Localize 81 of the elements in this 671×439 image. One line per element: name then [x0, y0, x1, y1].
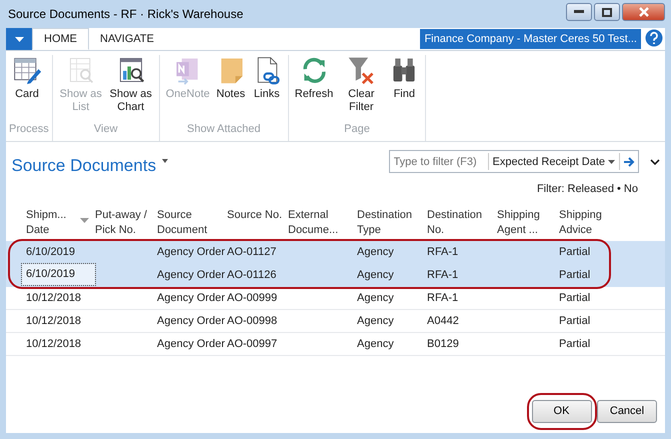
filter-box[interactable]: Type to filter (F3) Expected Receipt Date: [388, 150, 638, 174]
ribbon-button[interactable]: Show as Chart: [106, 55, 156, 120]
column-header[interactable]: External Docume...: [288, 208, 348, 238]
ribbon-button[interactable]: Notes: [212, 55, 249, 120]
app-menu-button[interactable]: [6, 28, 32, 50]
table-cell: B0129: [427, 338, 459, 350]
dialog-button[interactable]: OK: [532, 400, 592, 423]
group-label: Show Attached: [186, 122, 262, 136]
close-icon: [638, 7, 648, 17]
minimize-icon: [574, 10, 584, 14]
column-header[interactable]: Shipping Agent ...: [497, 208, 557, 238]
group-label: Process: [9, 122, 49, 136]
table-row[interactable]: 10/12/2018 Agency Order AO-00998 Agency A0442 Partial: [6, 310, 665, 333]
table-cell: Partial: [559, 292, 590, 304]
table-cell: AO-00999: [227, 292, 278, 304]
column-header[interactable]: Shipm... Date: [26, 208, 72, 238]
table-row[interactable]: 10/12/2018 Agency Order AO-00997 Agency B0129 Partial: [6, 332, 665, 356]
caret-icon[interactable]: [608, 160, 615, 164]
ribbon-button[interactable]: Find: [386, 55, 422, 120]
ribbon-tab[interactable]: NAVIGATE: [89, 28, 165, 50]
table-cell: Agency Order: [157, 314, 225, 326]
table-cell: A0442: [427, 314, 459, 326]
table-row[interactable]: 10/12/2018 Agency Order AO-00999 Agency RFA-1 Partial: [6, 286, 665, 310]
chevron-icon[interactable]: [650, 158, 660, 165]
card-icon: [12, 55, 42, 85]
table-cell: AO-00998: [227, 314, 278, 326]
ribbon-button[interactable]: Clear Filter: [336, 55, 386, 120]
table-cell: 10/12/2018: [26, 292, 82, 304]
table-cell: Agency Order: [157, 268, 225, 280]
table-cell: 10/12/2018: [26, 314, 82, 326]
table-cell: Partial: [559, 338, 590, 350]
sort-icon[interactable]: [80, 218, 89, 223]
company-label: Finance Company - Master Ceres 50 Test...: [420, 28, 641, 50]
selected-row[interactable]: 6/10/2019 Agency Order AO-01127 Agency RFA-1 Partial: [6, 240, 665, 264]
ribbon-tab[interactable]: HOME: [32, 28, 89, 50]
table-cell: Agency: [357, 292, 394, 304]
table-cell: Agency: [357, 314, 394, 326]
selected-row[interactable]: 6/10/2019 Agency Order AO-01126 Agency RFA-1 Partial: [6, 264, 665, 287]
table-cell: Agency Order: [157, 338, 225, 350]
close-button[interactable]: [622, 3, 665, 21]
table-cell: 6/10/2019: [26, 268, 75, 280]
table-cell: Agency Order: [157, 246, 225, 258]
table-cell: Agency: [357, 246, 394, 258]
table-cell: AO-00997: [227, 338, 278, 350]
table-cell: AO-01127: [227, 246, 276, 258]
column-header[interactable]: Shipping Advice: [559, 208, 619, 238]
restore-button[interactable]: [594, 3, 620, 21]
column-header[interactable]: Put-away / Pick No.: [95, 208, 155, 238]
window-title: Source Documents - RF · Rick's Warehouse: [8, 6, 244, 23]
ribbon-button[interactable]: Card: [9, 55, 45, 120]
filter-field-dropdown[interactable]: Expected Receipt Date: [492, 154, 606, 170]
dialog-button[interactable]: Cancel: [597, 400, 657, 423]
group-label: Page: [343, 122, 371, 136]
table-cell: Agency Order: [157, 292, 225, 304]
minimize-button[interactable]: [566, 3, 592, 21]
filter-clear-icon: [346, 55, 376, 85]
table-cell: Partial: [559, 314, 590, 326]
page-title[interactable]: Source Documents: [12, 153, 156, 178]
column-header[interactable]: Destination Type: [357, 208, 417, 238]
column-header[interactable]: Source No.: [227, 208, 282, 238]
table-cell: 10/12/2018: [26, 338, 82, 350]
filter-summary: Filter: Released • No: [536, 182, 638, 196]
table-cell: Agency: [357, 338, 394, 350]
caret-icon: [14, 36, 24, 42]
table-cell: AO-01126: [227, 268, 276, 280]
group-label: View: [92, 122, 119, 136]
help-icon[interactable]: [645, 29, 663, 47]
table-cell: 6/10/2019: [26, 246, 75, 258]
restore-icon: [602, 8, 612, 16]
table-cell: Partial: [559, 268, 590, 280]
table-cell: Agency: [357, 268, 394, 280]
caret-icon[interactable]: [162, 158, 168, 162]
ribbon-button[interactable]: Refresh: [292, 55, 336, 120]
arrow-icon[interactable]: [622, 156, 635, 167]
column-header[interactable]: Source Document: [157, 208, 217, 238]
ribbon-button[interactable]: Links: [248, 55, 285, 120]
table-cell: RFA-1: [427, 268, 458, 280]
table-cell: RFA-1: [427, 292, 458, 304]
table-cell: Partial: [559, 246, 590, 258]
table-cell: RFA-1: [427, 246, 458, 258]
column-header[interactable]: Destination No.: [427, 208, 487, 238]
